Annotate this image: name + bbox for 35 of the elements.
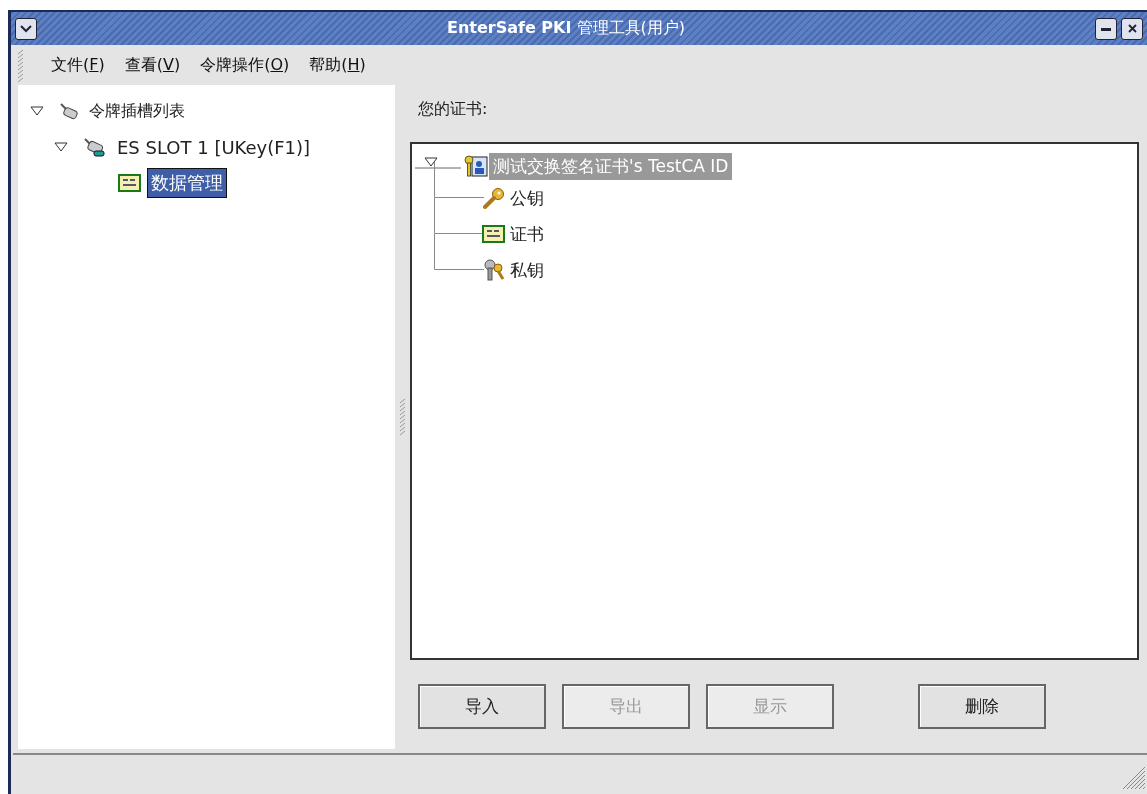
keys-icon xyxy=(482,259,506,281)
card-reader-icon xyxy=(58,101,80,121)
id-card-key-icon xyxy=(463,154,489,178)
token-reader-icon xyxy=(82,136,108,158)
expander-icon[interactable] xyxy=(54,142,68,152)
menu-item[interactable]: 令牌操作(O) xyxy=(192,54,298,76)
certificates-label: 您的证书: xyxy=(418,99,489,120)
tree-item[interactable]: 私钥 xyxy=(506,256,548,284)
menu-item[interactable]: 帮助(H) xyxy=(301,54,374,76)
certificate-icon xyxy=(482,224,506,244)
tree-connector-line xyxy=(434,162,484,198)
tree-item[interactable]: 证书 xyxy=(506,220,548,248)
tree-item[interactable]: ES SLOT 1 [UKey(F1)] xyxy=(114,134,314,160)
minimize-icon xyxy=(1101,26,1111,31)
expander-icon[interactable] xyxy=(415,155,461,169)
expander-icon[interactable] xyxy=(30,106,44,116)
minimize-button[interactable] xyxy=(1095,17,1117,40)
tree-item[interactable]: 公钥 xyxy=(506,184,548,212)
window-title: EnterSafe PKI 管理工具(用户) xyxy=(445,18,687,39)
action-button[interactable]: 导入 xyxy=(418,684,546,729)
close-button[interactable] xyxy=(1121,17,1143,40)
action-button[interactable]: 删除 xyxy=(918,684,1046,729)
close-icon xyxy=(1127,24,1137,33)
window-menu-button[interactable] xyxy=(15,17,37,40)
menu-item[interactable]: 文件(F) xyxy=(43,54,113,76)
key-icon xyxy=(482,187,506,209)
toolbar-grip-icon xyxy=(17,48,25,82)
chevron-icon xyxy=(20,24,32,33)
tree-connector-line xyxy=(434,198,484,234)
tree-connector-line xyxy=(434,234,484,270)
certificate-icon xyxy=(118,173,142,193)
menu-item[interactable]: 查看(V) xyxy=(116,54,189,76)
pane-splitter-handle[interactable] xyxy=(398,397,407,437)
tree-item[interactable]: 令牌插槽列表 xyxy=(86,98,188,124)
tree-item[interactable]: 数据管理 xyxy=(148,169,226,197)
